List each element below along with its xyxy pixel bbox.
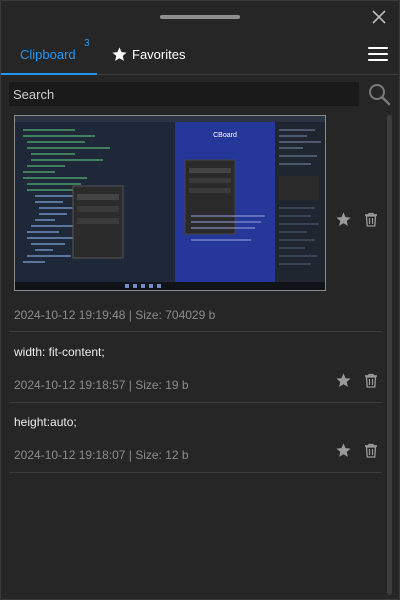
tab-favorites-label: Favorites [132, 47, 186, 62]
clipboard-item-text[interactable]: width: fit-content; 2024-10-12 19:18:57 … [9, 333, 382, 403]
close-button[interactable] [366, 6, 392, 28]
search-input[interactable] [9, 82, 359, 106]
star-icon [335, 442, 351, 457]
tab-clipboard[interactable]: Clipboard 3 [1, 36, 97, 75]
item-meta: 2024-10-12 19:18:07 | Size: 12 b [14, 448, 189, 462]
close-icon [372, 10, 386, 24]
hamburger-menu-icon[interactable] [368, 45, 388, 63]
clipboard-list: CBoard 2024-10-12 19:19:48 | Size: 70402… [0, 112, 386, 600]
drag-handle[interactable] [160, 15, 240, 19]
search-button[interactable] [367, 82, 391, 106]
trash-icon [365, 443, 377, 458]
trash-icon [365, 373, 377, 388]
tab-clipboard-label: Clipboard [20, 47, 76, 62]
item-actions [333, 209, 381, 229]
svg-text:CBoard: CBoard [213, 132, 237, 139]
star-icon [335, 372, 351, 387]
item-content: width: fit-content; [14, 345, 105, 359]
delete-button[interactable] [361, 209, 381, 229]
trash-icon [365, 212, 377, 227]
favorite-button[interactable] [333, 209, 353, 229]
search-icon [369, 84, 391, 106]
star-icon [335, 211, 351, 226]
item-content: height:auto; [14, 415, 77, 429]
clipboard-item-text[interactable]: height:auto; 2024-10-12 19:18:07 | Size:… [9, 403, 382, 473]
star-icon [111, 46, 128, 63]
search-box [9, 82, 359, 106]
favorite-button[interactable] [333, 370, 353, 390]
favorite-button[interactable] [333, 440, 353, 460]
tab-favorites[interactable]: Favorites [111, 36, 201, 73]
delete-button[interactable] [361, 440, 381, 460]
delete-button[interactable] [361, 370, 381, 390]
clipboard-count-badge: 3 [84, 38, 90, 49]
clipboard-item-image[interactable]: CBoard 2024-10-12 19:19:48 | Size: 70402… [9, 112, 382, 332]
item-actions [333, 370, 381, 390]
scrollbar[interactable] [387, 115, 392, 595]
item-meta: 2024-10-12 19:19:48 | Size: 704029 b [14, 308, 216, 322]
screenshot-thumbnail: CBoard [14, 115, 326, 291]
tab-bar: Clipboard 3 Favorites [0, 36, 400, 75]
item-meta: 2024-10-12 19:18:57 | Size: 19 b [14, 378, 189, 392]
item-actions [333, 440, 381, 460]
